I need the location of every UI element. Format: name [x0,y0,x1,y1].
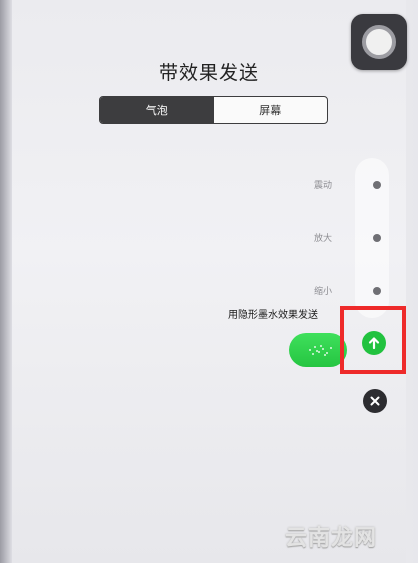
effect-option-slam[interactable]: 震动 [272,178,381,191]
watermark: 云南龙网 [285,525,378,551]
tab-bubble[interactable]: 气泡 [100,97,214,123]
arrow-up-icon [368,337,380,350]
effect-dot-gentle[interactable] [373,286,381,295]
page-title: 带效果发送 [158,62,259,84]
tab-screen[interactable]: 屏幕 [214,97,328,123]
effect-dot-loud[interactable] [373,233,381,242]
effect-label-slam: 震动 [313,181,332,191]
close-icon [370,396,380,406]
effect-type-tabs: 气泡 屏幕 [99,96,328,124]
effect-dot-slam[interactable] [373,180,381,189]
effect-label-loud: 放大 [313,234,332,244]
effect-label-gentle: 缩小 [313,287,332,297]
message-bubble-invisible-ink [289,333,347,367]
effect-option-loud[interactable]: 放大 [272,231,381,244]
effect-option-gentle[interactable]: 缩小 [272,284,381,297]
send-button[interactable] [362,331,386,355]
assistive-touch-icon [362,25,396,59]
effect-label-invisible-ink: 用隐形墨水效果发送 [228,310,318,321]
close-button[interactable] [363,389,387,413]
